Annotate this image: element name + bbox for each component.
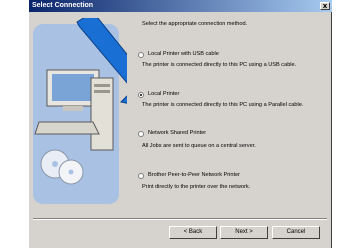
option-label-local[interactable]: Local Printer	[148, 91, 179, 98]
close-button[interactable]: x	[320, 2, 330, 10]
radio-local-printer[interactable]	[138, 92, 144, 98]
radio-network-shared[interactable]	[138, 131, 144, 137]
option-desc-network-shared: All Jobs are sent to queue on a central …	[142, 143, 256, 149]
option-label-network-shared[interactable]: Network Shared Printer	[148, 130, 206, 137]
monitor-screen	[52, 74, 94, 101]
option-label-usb[interactable]: Local Printer with USB cable	[148, 51, 219, 58]
keyboard-icon	[34, 121, 100, 135]
option-desc-local: The printer is connected directly to thi…	[142, 102, 304, 108]
radio-usb[interactable]	[138, 52, 144, 58]
option-label-peer-to-peer[interactable]: Brother Peer-to-Peer Network Printer	[148, 172, 240, 179]
pc-tower-icon	[90, 77, 114, 151]
back-button[interactable]: < Back	[169, 226, 217, 239]
next-button[interactable]: Next >	[220, 226, 268, 239]
option-desc-peer-to-peer: Print directly to the printer over the n…	[142, 184, 251, 190]
cancel-button[interactable]: Cancel	[272, 226, 320, 239]
radio-peer-to-peer[interactable]	[138, 173, 144, 179]
computer-illustration	[33, 18, 127, 204]
window-title: Select Connection	[32, 2, 94, 9]
select-connection-dialog: Select Connection x Select the appropria…	[28, 0, 332, 248]
button-separator	[33, 218, 327, 220]
monitor-stand	[63, 106, 83, 111]
instruction-text: Select the appropriate connection method…	[142, 21, 248, 27]
option-desc-usb: The printer is connected directly to thi…	[142, 62, 297, 68]
title-bar[interactable]: Select Connection x	[29, 0, 332, 12]
